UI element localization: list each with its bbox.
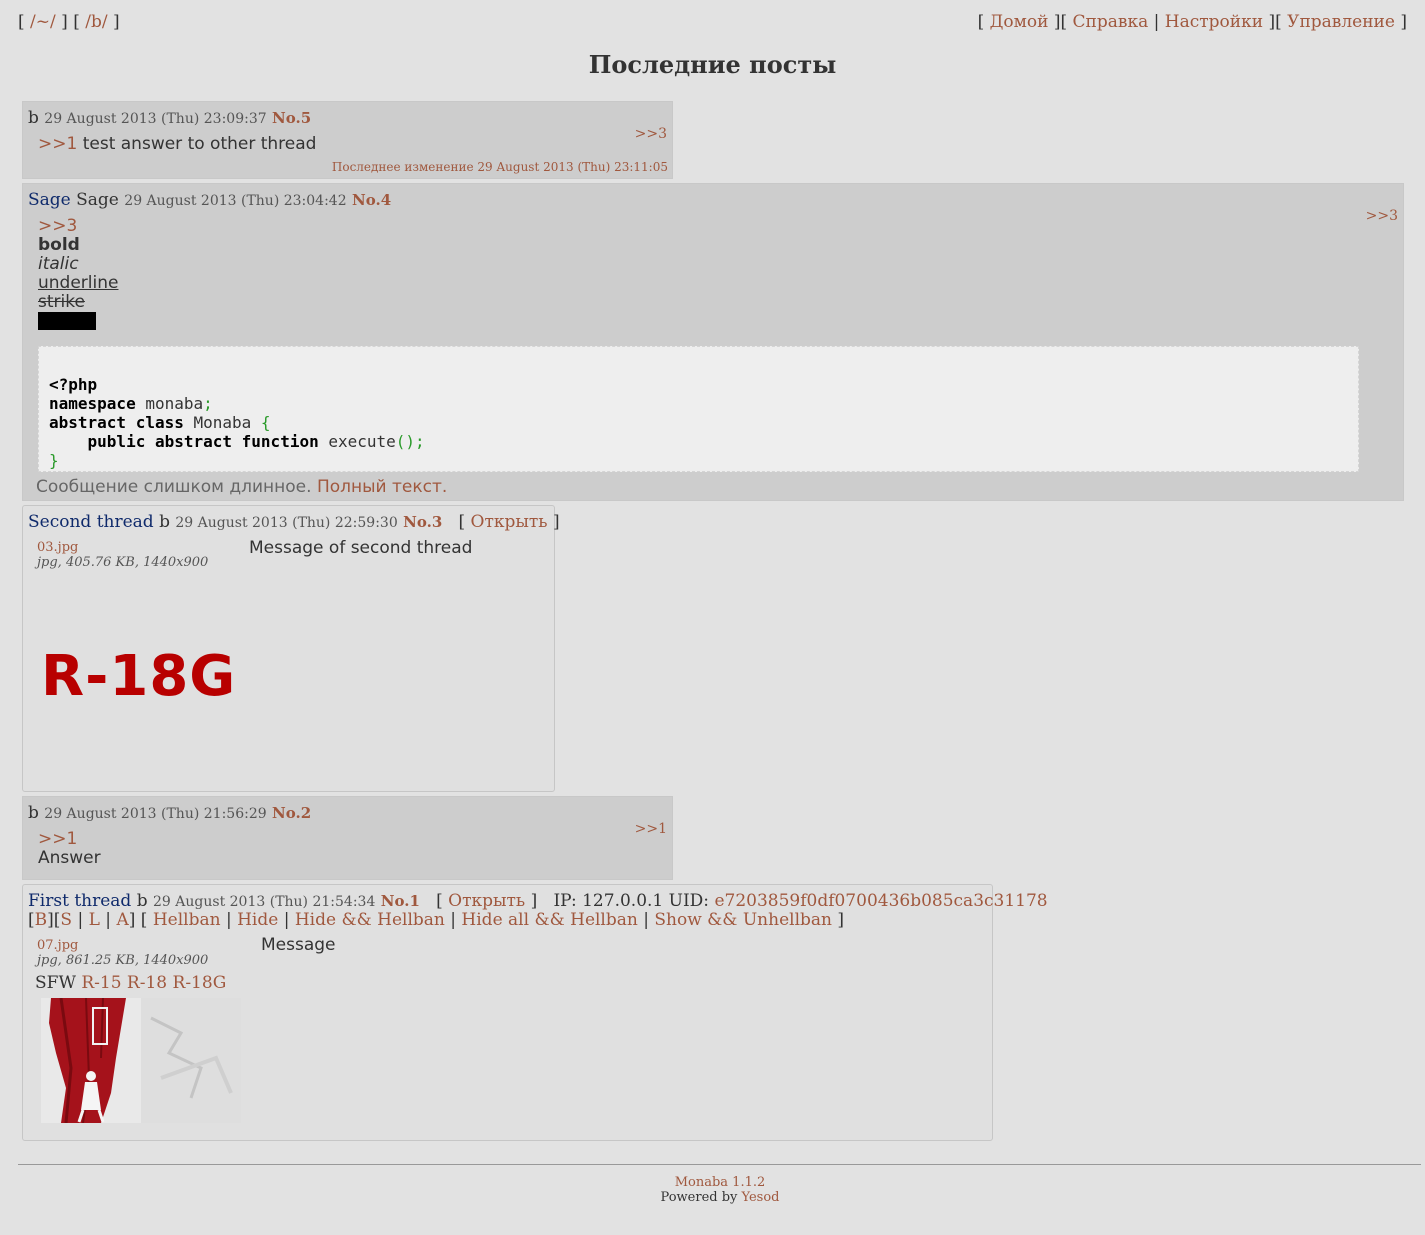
code-block: <?php namespace monaba; abstract class M…	[38, 346, 1359, 472]
footer-divider	[18, 1164, 1421, 1165]
board-link-home[interactable]: /~/	[30, 12, 56, 32]
post-4: Sage Sage 29 August 2013 (Thu) 23:04:42 …	[22, 183, 1404, 501]
message-text: Answer	[38, 848, 101, 868]
nav-help-link[interactable]: Справка	[1073, 12, 1149, 32]
censored-thumbnail[interactable]: R-18G	[41, 644, 236, 709]
uid-link[interactable]: e7203859f0df0700436b085ca3c31178	[714, 891, 1047, 911]
mod-hide-link[interactable]: Hide	[237, 910, 278, 930]
board-link-b[interactable]: /b/	[85, 12, 107, 32]
backlink[interactable]: >>3	[635, 126, 667, 142]
file-name-link[interactable]: 07.jpg	[37, 938, 78, 953]
poster-name: b	[136, 891, 148, 911]
underline-text: underline	[38, 273, 119, 293]
rating-selector: SFW R-15 R-18 R-18G	[35, 973, 226, 993]
file-info: 07.jpg jpg, 861.25 KB, 1440x900	[37, 938, 208, 968]
thread-subject: Second thread	[28, 512, 154, 532]
post-message: >>1 Answer	[38, 830, 101, 868]
mod-autosage-link[interactable]: A	[116, 910, 128, 930]
powered-by-text: Powered by	[660, 1190, 738, 1205]
post-header: b 29 August 2013 (Thu) 21:56:29 No.2	[28, 803, 311, 823]
backlink[interactable]: >>1	[635, 821, 667, 837]
rating-r18-link[interactable]: R-18	[127, 973, 167, 993]
mod-hellban-link[interactable]: Hellban	[153, 910, 221, 930]
image-thumbnail[interactable]	[41, 998, 241, 1123]
post-1: First thread b 29 August 2013 (Thu) 21:5…	[22, 884, 1048, 1141]
yesod-link[interactable]: Yesod	[742, 1190, 780, 1205]
post-number-link[interactable]: No.4	[352, 191, 391, 209]
mod-sticky-link[interactable]: S	[60, 910, 72, 930]
top-navigation: [ /~/ ] [ /b/ ] [ Домой ][ Справка | Нас…	[18, 12, 1407, 36]
mod-show-unhellban-link[interactable]: Show && Unhellban	[654, 910, 832, 930]
mod-ban-link[interactable]: B	[35, 910, 48, 930]
quote-link[interactable]: >>1	[38, 829, 77, 849]
post-date: 29 August 2013 (Thu) 23:04:42	[124, 193, 347, 209]
moderation-bar: [B][S | L | A] [ Hellban | Hide | Hide &…	[28, 910, 845, 930]
post-3: Second thread b 29 August 2013 (Thu) 22:…	[22, 505, 560, 792]
post-header: Second thread b 29 August 2013 (Thu) 22:…	[28, 512, 560, 532]
post-number-link[interactable]: No.3	[403, 513, 442, 531]
poster-name: b	[159, 512, 170, 532]
post-subject: Sage	[28, 190, 71, 210]
open-thread-link[interactable]: Открыть	[471, 512, 548, 532]
backlink[interactable]: >>3	[1366, 208, 1398, 224]
post-header: First thread b 29 August 2013 (Thu) 21:5…	[28, 891, 1048, 911]
quote-link[interactable]: >>3	[38, 216, 77, 236]
quote-link[interactable]: >>1	[38, 134, 77, 154]
mod-hide-hellban-link[interactable]: Hide && Hellban	[295, 910, 445, 930]
message-text: test answer to other thread	[82, 134, 317, 154]
strike-text: strike	[38, 292, 85, 312]
post-number-link[interactable]: No.5	[272, 109, 311, 127]
board-nav: [ /~/ ] [ /b/ ]	[18, 12, 120, 32]
file-name-link[interactable]: 03.jpg	[37, 540, 78, 555]
page-title: Последние посты	[588, 50, 837, 79]
post-message: >>1 test answer to other thread	[38, 135, 316, 154]
thread-subject: First thread	[28, 891, 132, 911]
nav-manage-link[interactable]: Управление	[1287, 12, 1395, 32]
rating-sfw: SFW	[35, 973, 76, 993]
post-date: 29 August 2013 (Thu) 21:56:29	[44, 806, 267, 822]
post-2: b 29 August 2013 (Thu) 21:56:29 No.2 >>1…	[22, 796, 673, 880]
rating-r15-link[interactable]: R-15	[81, 973, 121, 993]
full-text-link[interactable]: Полный текст.	[317, 477, 447, 497]
post-5: b 29 August 2013 (Thu) 23:09:37 No.5 >>3…	[22, 101, 673, 179]
post-header: b 29 August 2013 (Thu) 23:09:37 No.5	[28, 108, 311, 128]
poster-name: b	[28, 108, 39, 128]
version-link[interactable]: Monaba 1.1.2	[675, 1175, 766, 1190]
nav-settings-link[interactable]: Настройки	[1165, 12, 1263, 32]
spoiler-block[interactable]	[38, 312, 96, 330]
post-message: >>3 bold italic underline strike	[38, 217, 118, 335]
poster-name: Sage	[76, 190, 119, 210]
ip-label: IP: 127.0.0.1 UID:	[553, 891, 710, 911]
post-date: 29 August 2013 (Thu) 23:09:37	[44, 111, 267, 127]
file-meta: jpg, 861.25 KB, 1440x900	[37, 953, 209, 968]
rating-r18g-link[interactable]: R-18G	[173, 973, 227, 993]
nav-home-link[interactable]: Домой	[990, 12, 1049, 32]
mod-hide-all-hellban-link[interactable]: Hide all && Hellban	[461, 910, 637, 930]
message-truncated-note: Сообщение слишком длинное. Полный текст.	[36, 477, 447, 497]
post-number-link[interactable]: No.2	[272, 804, 311, 822]
italic-text: italic	[38, 254, 79, 274]
file-meta: jpg, 405.76 KB, 1440x900	[37, 555, 209, 570]
poster-name: b	[28, 803, 39, 823]
post-date: 29 August 2013 (Thu) 22:59:30	[175, 515, 398, 531]
last-edited-note: Последнее изменение 29 August 2013 (Thu)…	[331, 160, 668, 174]
file-info: 03.jpg jpg, 405.76 KB, 1440x900	[37, 540, 208, 570]
site-nav: [ Домой ][ Справка | Настройки ][ Управл…	[977, 12, 1407, 32]
too-long-text: Сообщение слишком длинное.	[36, 477, 312, 497]
footer: Monaba 1.1.2 Powered by Yesod	[0, 1175, 1425, 1205]
post-number-link[interactable]: No.1	[381, 892, 420, 910]
open-thread-link[interactable]: Открыть	[448, 891, 525, 911]
post-header: Sage Sage 29 August 2013 (Thu) 23:04:42 …	[28, 190, 391, 210]
post-message: Message of second thread	[249, 538, 473, 558]
mod-lock-link[interactable]: L	[89, 910, 100, 930]
post-message: Message	[261, 935, 336, 955]
post-date: 29 August 2013 (Thu) 21:54:34	[153, 894, 376, 910]
bold-text: bold	[38, 235, 80, 255]
